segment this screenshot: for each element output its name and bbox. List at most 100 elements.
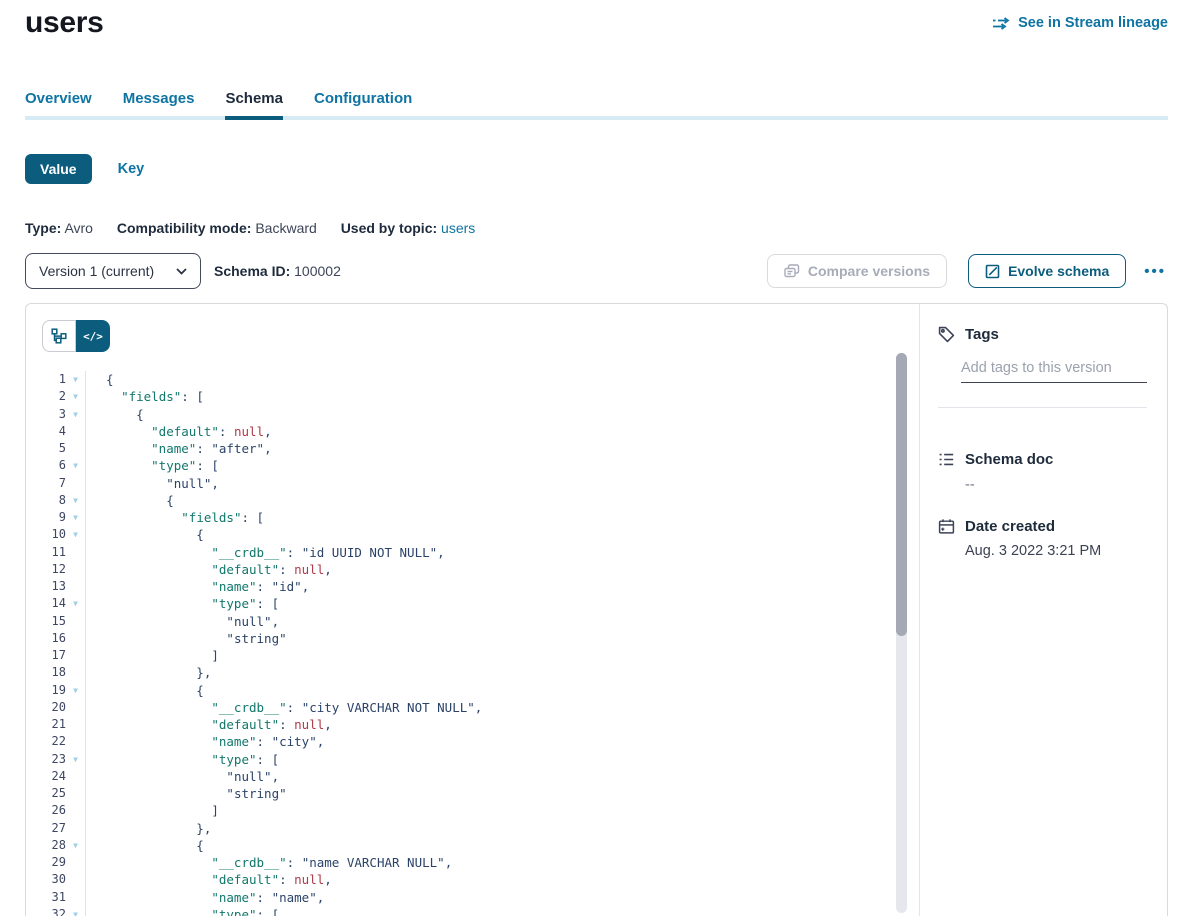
version-bar: Version 1 (current) Schema ID: 100002 Co… xyxy=(25,253,1168,289)
fold-spacer xyxy=(66,820,85,837)
code-line: 15 "null", xyxy=(26,613,919,630)
more-actions-button[interactable]: ••• xyxy=(1142,259,1168,284)
code-line: 2▼ "fields": [ xyxy=(26,388,919,405)
code-line: 20 "__crdb__": "city VARCHAR NOT NULL", xyxy=(26,699,919,716)
code-line: 17 ] xyxy=(26,647,919,664)
date-created-section: Date created Aug. 3 2022 3:21 PM xyxy=(920,518,1167,559)
fold-spacer xyxy=(66,440,85,457)
fold-toggle-icon[interactable]: ▼ xyxy=(66,906,85,916)
edit-schema-icon xyxy=(985,264,1000,279)
code-line: 18 }, xyxy=(26,664,919,681)
topic-link[interactable]: users xyxy=(441,220,475,236)
date-created-value: Aug. 3 2022 3:21 PM xyxy=(965,543,1147,559)
line-number: 24 xyxy=(26,768,66,785)
fold-toggle-icon[interactable]: ▼ xyxy=(66,371,85,388)
fold-toggle-icon[interactable]: ▼ xyxy=(66,492,85,509)
fold-toggle-icon[interactable]: ▼ xyxy=(66,682,85,699)
fold-toggle-icon[interactable]: ▼ xyxy=(66,837,85,854)
code-view-button[interactable]: </> xyxy=(76,320,110,352)
line-number: 29 xyxy=(26,854,66,871)
fold-spacer xyxy=(66,802,85,819)
code-line: 13 "name": "id", xyxy=(26,578,919,595)
calendar-icon xyxy=(938,518,955,535)
tab-overview[interactable]: Overview xyxy=(25,90,92,120)
line-number: 13 xyxy=(26,578,66,595)
line-number: 22 xyxy=(26,733,66,750)
fold-spacer xyxy=(66,785,85,802)
tags-title: Tags xyxy=(965,326,999,343)
tree-view-button[interactable] xyxy=(42,320,76,352)
date-created-title: Date created xyxy=(965,518,1055,535)
line-number: 31 xyxy=(26,889,66,906)
line-number: 23 xyxy=(26,751,66,768)
code-line: 12 "default": null, xyxy=(26,561,919,578)
line-number: 6 xyxy=(26,457,66,474)
line-number: 26 xyxy=(26,802,66,819)
editor-view-toggle: </> xyxy=(42,320,110,352)
schema-doc-title: Schema doc xyxy=(965,451,1053,468)
code-view-icon: </> xyxy=(83,330,103,343)
tag-icon xyxy=(938,326,955,343)
fold-spacer xyxy=(66,578,85,595)
fold-toggle-icon[interactable]: ▼ xyxy=(66,751,85,768)
line-number: 32 xyxy=(26,906,66,916)
code-line: 7 "null", xyxy=(26,475,919,492)
tab-schema[interactable]: Schema xyxy=(225,90,283,120)
fold-toggle-icon[interactable]: ▼ xyxy=(66,457,85,474)
evolve-schema-button[interactable]: Evolve schema xyxy=(968,254,1126,288)
line-number: 20 xyxy=(26,699,66,716)
version-select[interactable]: Version 1 (current) xyxy=(25,253,201,289)
tags-section: Tags xyxy=(920,326,1167,383)
schema-part-toggle: Value Key xyxy=(25,154,144,184)
code-line: 19▼ { xyxy=(26,682,919,699)
fold-spacer xyxy=(66,733,85,750)
code-line: 11 "__crdb__": "id UUID NOT NULL", xyxy=(26,544,919,561)
line-number: 21 xyxy=(26,716,66,733)
fold-spacer xyxy=(66,716,85,733)
line-number: 8 xyxy=(26,492,66,509)
code-line: 28▼ { xyxy=(26,837,919,854)
line-number: 14 xyxy=(26,595,66,612)
type-label: Type: xyxy=(25,220,61,236)
tree-view-icon xyxy=(51,328,67,344)
code-line: 22 "name": "city", xyxy=(26,733,919,750)
fold-spacer xyxy=(66,647,85,664)
code-line: 24 "null", xyxy=(26,768,919,785)
fold-toggle-icon[interactable]: ▼ xyxy=(66,406,85,423)
code-line: 14▼ "type": [ xyxy=(26,595,919,612)
compare-versions-button[interactable]: Compare versions xyxy=(767,254,947,288)
tab-bar: Overview Messages Schema Configuration xyxy=(25,90,1168,120)
key-tab-button[interactable]: Key xyxy=(118,161,145,177)
fold-spacer xyxy=(66,561,85,578)
code-line: 21 "default": null, xyxy=(26,716,919,733)
schema-id: Schema ID: 100002 xyxy=(214,263,341,279)
schema-meta-row: Type: Avro Compatibility mode: Backward … xyxy=(25,220,475,236)
list-icon xyxy=(938,451,955,468)
code-line: 6▼ "type": [ xyxy=(26,457,919,474)
tab-configuration[interactable]: Configuration xyxy=(314,90,412,120)
editor-scrollbar-thumb[interactable] xyxy=(896,353,907,636)
code-editor[interactable]: 1▼{2▼ "fields": [3▼ {4 "default": null,5… xyxy=(26,371,919,916)
code-line: 27 }, xyxy=(26,820,919,837)
see-in-stream-lineage-link[interactable]: See in Stream lineage xyxy=(992,15,1168,31)
schema-doc-section: Schema doc -- xyxy=(920,451,1167,493)
chevron-down-icon xyxy=(176,268,187,275)
editor-scrollbar-track[interactable] xyxy=(896,353,907,913)
code-line: 31 "name": "name", xyxy=(26,889,919,906)
fold-toggle-icon[interactable]: ▼ xyxy=(66,526,85,543)
fold-spacer xyxy=(66,630,85,647)
value-tab-button[interactable]: Value xyxy=(25,154,92,184)
fold-toggle-icon[interactable]: ▼ xyxy=(66,388,85,405)
code-line: 30 "default": null, xyxy=(26,871,919,888)
add-tags-input[interactable] xyxy=(961,358,1147,383)
code-line: 29 "__crdb__": "name VARCHAR NULL", xyxy=(26,854,919,871)
tab-messages[interactable]: Messages xyxy=(123,90,195,120)
schema-doc-value: -- xyxy=(965,477,1147,493)
code-line: 1▼{ xyxy=(26,371,919,388)
fold-toggle-icon[interactable]: ▼ xyxy=(66,595,85,612)
code-line: 10▼ { xyxy=(26,526,919,543)
line-number: 12 xyxy=(26,561,66,578)
line-number: 19 xyxy=(26,682,66,699)
fold-toggle-icon[interactable]: ▼ xyxy=(66,509,85,526)
schema-sidebar: Tags Schema doc -- xyxy=(919,304,1167,916)
